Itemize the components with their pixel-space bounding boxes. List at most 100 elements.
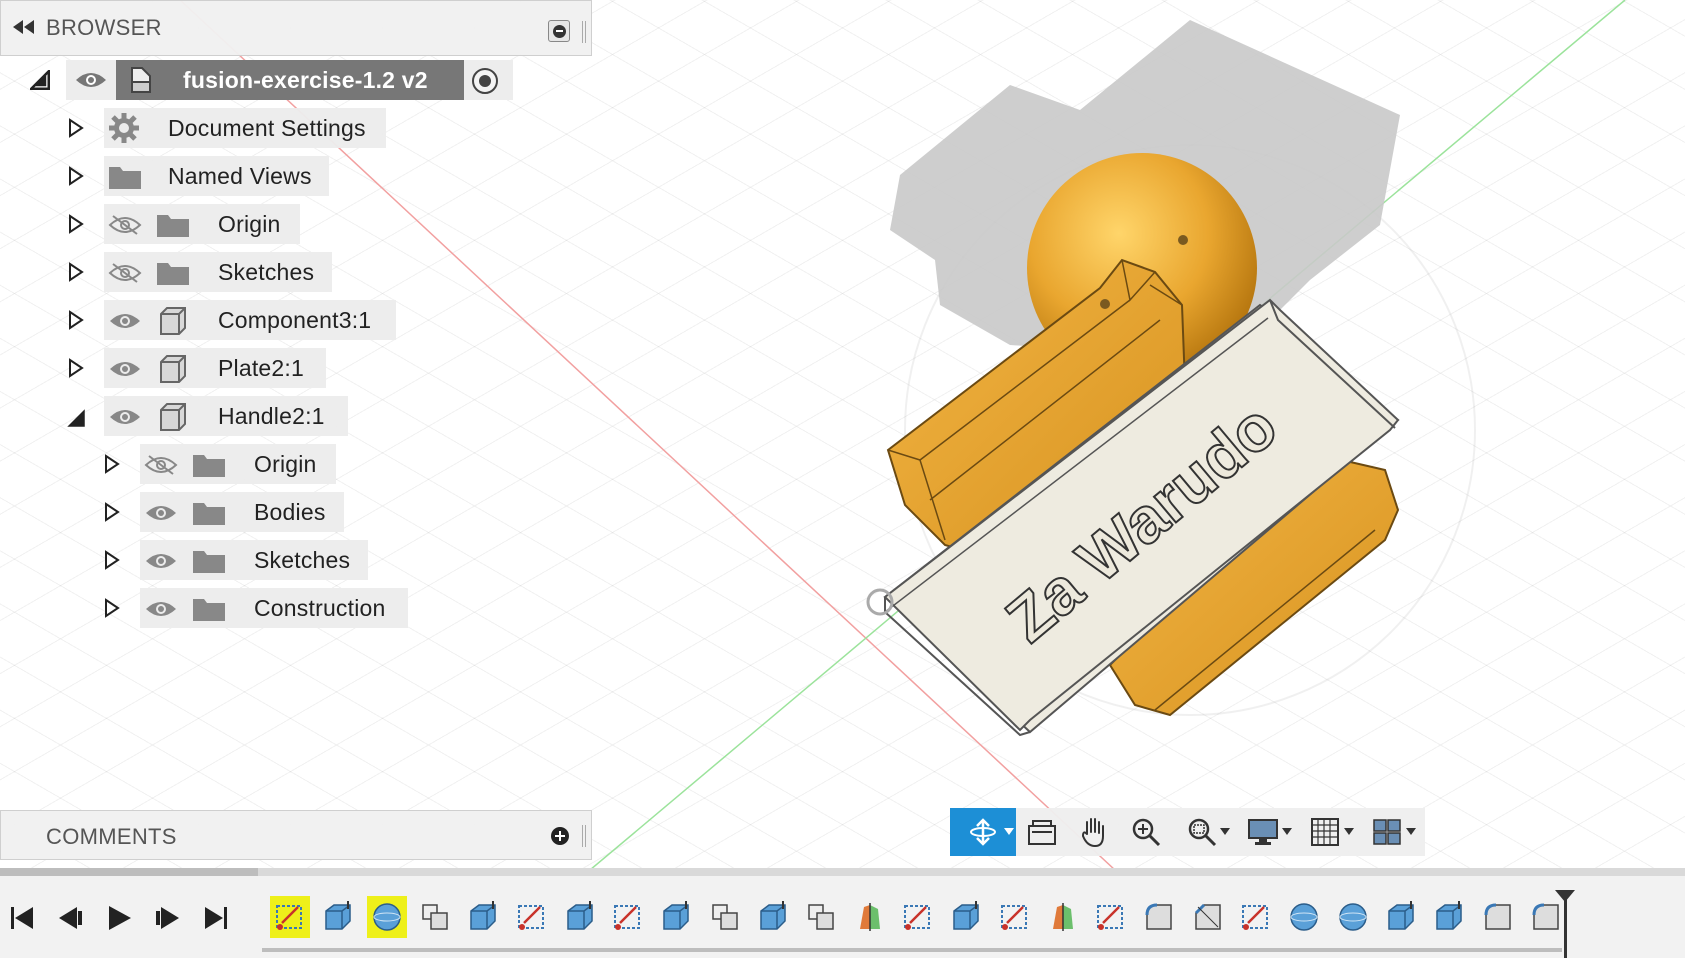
timeline-feature-extrude[interactable] — [753, 896, 793, 938]
timeline-feature-extrude[interactable] — [946, 896, 986, 938]
collapsed-triangle-icon[interactable] — [102, 550, 122, 570]
expanded-triangle-icon[interactable] — [66, 408, 86, 428]
handle-origin-box[interactable]: Origin — [140, 444, 336, 484]
timeline-feature-combine[interactable] — [801, 896, 841, 938]
timeline-feature-sketch[interactable] — [270, 896, 310, 938]
timeline-feature-fillet[interactable] — [1478, 896, 1518, 938]
construction-box[interactable]: Construction — [140, 588, 408, 628]
bodies-box[interactable]: Bodies — [140, 492, 344, 532]
timeline-feature-extrude[interactable] — [463, 896, 503, 938]
timeline-feature-combine[interactable] — [705, 896, 745, 938]
extrude-icon — [1436, 901, 1462, 930]
eye-icon[interactable] — [108, 310, 142, 332]
panel-grip-handle[interactable] — [582, 21, 586, 43]
eye-icon[interactable] — [144, 598, 178, 620]
document-settings-box[interactable]: Document Settings — [104, 108, 386, 148]
pan-button[interactable] — [1068, 808, 1120, 856]
expanded-triangle-icon[interactable] — [30, 70, 50, 90]
timeline-marker[interactable] — [1555, 890, 1575, 958]
sphere-icon — [372, 903, 401, 931]
component-icon — [160, 355, 186, 383]
go-to-start-icon — [11, 907, 33, 929]
handle-sketches-box[interactable]: Sketches — [140, 540, 368, 580]
eye-icon[interactable] — [144, 550, 178, 572]
collapsed-triangle-icon[interactable] — [102, 598, 122, 618]
timeline-feature-extrude[interactable] — [318, 896, 358, 938]
timeline-feature-extrude[interactable] — [1429, 896, 1469, 938]
origin-box[interactable]: Origin — [104, 204, 300, 244]
named-views-box[interactable]: Named Views — [104, 156, 329, 196]
grid-caret-icon[interactable] — [1344, 828, 1354, 835]
timeline-feature-sphere[interactable] — [1333, 896, 1373, 938]
revolve-icon — [1052, 903, 1073, 931]
eye-hidden-icon[interactable] — [144, 454, 178, 476]
viewports-icon — [1373, 819, 1401, 845]
eye-icon[interactable] — [74, 70, 108, 90]
timeline-feature-sketch[interactable] — [1091, 896, 1131, 938]
timeline-feature-fillet[interactable] — [1139, 896, 1179, 938]
minimize-panel-button[interactable] — [548, 20, 570, 42]
go-to-end-button[interactable] — [196, 898, 236, 938]
tree-root-selected[interactable]: fusion-exercise-1.2 v2 — [116, 60, 464, 100]
timeline-feature-sketch[interactable] — [512, 896, 552, 938]
fit-button[interactable] — [1172, 808, 1232, 856]
orbit-button[interactable] — [950, 808, 1016, 856]
collapsed-triangle-icon[interactable] — [102, 502, 122, 522]
collapse-panel-icon[interactable] — [1, 18, 46, 39]
collapsed-triangle-icon[interactable] — [66, 358, 86, 378]
component3-box[interactable]: Component3:1 — [104, 300, 396, 340]
look-at-button[interactable] — [1016, 808, 1068, 856]
folder-icon — [193, 455, 225, 477]
activate-radio-icon[interactable] — [471, 67, 499, 95]
step-forward-icon — [156, 907, 179, 929]
go-to-start-button[interactable] — [2, 898, 42, 938]
eye-icon[interactable] — [144, 502, 178, 524]
collapsed-triangle-icon[interactable] — [102, 454, 122, 474]
collapsed-triangle-icon[interactable] — [66, 166, 86, 186]
step-back-button[interactable] — [50, 898, 90, 938]
timeline-divider[interactable] — [0, 868, 1685, 876]
collapsed-triangle-icon[interactable] — [66, 118, 86, 138]
timeline-feature-sketch[interactable] — [608, 896, 648, 938]
timeline-feature-revolve[interactable] — [850, 896, 890, 938]
timeline-feature-extrude[interactable] — [560, 896, 600, 938]
viewports-button[interactable] — [1356, 808, 1418, 856]
collapsed-triangle-icon[interactable] — [66, 214, 86, 234]
comments-grip-handle[interactable] — [582, 825, 586, 847]
collapsed-triangle-icon[interactable] — [66, 262, 86, 282]
timeline-feature-revolve[interactable] — [1043, 896, 1083, 938]
timeline-feature-fillet[interactable] — [1526, 896, 1566, 938]
add-comment-button[interactable] — [551, 827, 569, 845]
timeline-feature-combine[interactable] — [415, 896, 455, 938]
timeline-feature-extrude[interactable] — [1381, 896, 1421, 938]
minus-circle-icon — [552, 24, 566, 38]
timeline-feature-sphere[interactable] — [1284, 896, 1324, 938]
eye-icon[interactable] — [108, 406, 142, 428]
eye-icon[interactable] — [108, 358, 142, 380]
zoom-button[interactable] — [1120, 808, 1172, 856]
zoom-icon — [1132, 818, 1161, 847]
plate2-box[interactable]: Plate2:1 — [104, 348, 326, 388]
component-icon — [160, 307, 186, 335]
timeline-feature-sphere[interactable] — [366, 896, 407, 938]
display-settings-button[interactable] — [1232, 808, 1294, 856]
display-caret-icon[interactable] — [1282, 828, 1292, 835]
comments-title: COMMENTS — [46, 824, 177, 849]
component-icon — [160, 403, 186, 431]
eye-hidden-icon[interactable] — [108, 262, 142, 284]
handle2-box[interactable]: Handle2:1 — [104, 396, 348, 436]
timeline-feature-sketch[interactable] — [898, 896, 938, 938]
play-button[interactable] — [100, 898, 140, 938]
orbit-caret-icon[interactable] — [1004, 828, 1014, 835]
timeline-feature-extrude[interactable] — [656, 896, 696, 938]
eye-hidden-icon[interactable] — [108, 214, 142, 236]
timeline-feature-sketch[interactable] — [1236, 896, 1276, 938]
sketches-box[interactable]: Sketches — [104, 252, 332, 292]
grid-settings-button[interactable] — [1294, 808, 1356, 856]
viewports-caret-icon[interactable] — [1406, 828, 1416, 835]
timeline-feature-sketch[interactable] — [995, 896, 1035, 938]
fit-caret-icon[interactable] — [1220, 828, 1230, 835]
timeline-feature-chamfer[interactable] — [1188, 896, 1228, 938]
step-forward-button[interactable] — [148, 898, 188, 938]
collapsed-triangle-icon[interactable] — [66, 310, 86, 330]
